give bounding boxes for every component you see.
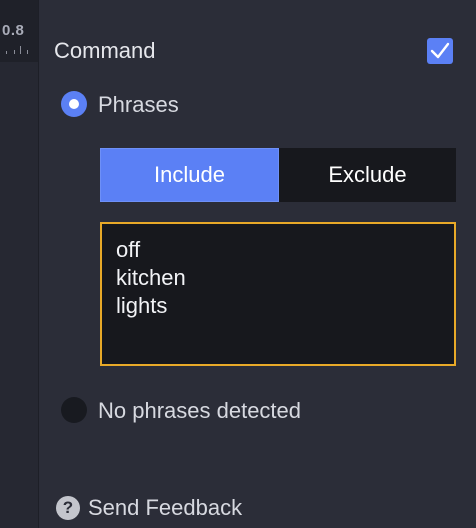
left-strip: 0.8 xyxy=(0,0,39,528)
no-phrases-radio[interactable] xyxy=(61,397,87,423)
send-feedback-link[interactable]: Send Feedback xyxy=(88,495,242,521)
phrases-textarea[interactable]: off kitchen lights xyxy=(100,222,456,366)
command-label: Command xyxy=(54,38,156,63)
tab-exclude[interactable]: Exclude xyxy=(279,148,456,202)
checkmark-icon xyxy=(430,42,450,59)
phrases-radio-label: Phrases xyxy=(98,92,179,117)
question-icon[interactable]: ? xyxy=(56,496,80,520)
command-panel: Command Phrases Include Exclude off kitc… xyxy=(39,0,476,528)
zoom-value: 0.8 xyxy=(2,22,25,39)
ruler-ticks xyxy=(4,46,34,54)
tab-include[interactable]: Include xyxy=(100,148,279,202)
no-phrases-radio-label: No phrases detected xyxy=(98,398,302,423)
phrases-radio[interactable] xyxy=(61,91,87,117)
phrase-line: off xyxy=(116,237,141,262)
command-checkbox[interactable] xyxy=(427,38,453,64)
include-exclude-toggle: Include Exclude xyxy=(100,148,456,202)
phrase-line: lights xyxy=(116,293,168,318)
zoom-ruler: 0.8 xyxy=(0,0,38,62)
radio-dot xyxy=(69,99,79,109)
phrase-line: kitchen xyxy=(116,265,186,290)
